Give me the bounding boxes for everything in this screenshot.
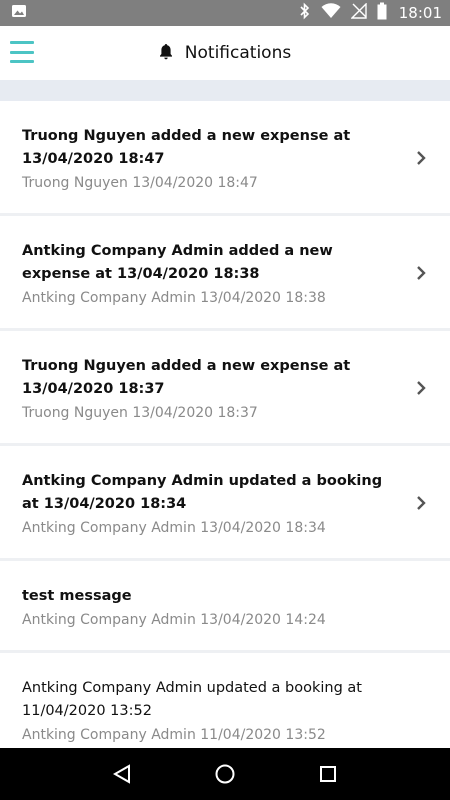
notification-title: Antking Company Admin added a new expens… [22,243,333,282]
back-button[interactable] [107,759,137,789]
app-bar: Notifications [0,26,450,80]
chevron-right-icon [414,495,428,510]
chevron-right-icon [414,150,428,165]
notification-meta: Truong Nguyen 13/04/2020 18:37 [22,405,258,421]
hamburger-icon-line [10,60,34,63]
notification-item[interactable]: Antking Company Admin updated a booking … [0,653,450,748]
notification-item[interactable]: Antking Company Admin updated a booking … [0,446,450,561]
notification-list[interactable]: Truong Nguyen added a new expense at 13/… [0,101,450,748]
chevron-right-icon [414,265,428,280]
battery-icon [377,2,387,24]
home-circle-icon [215,764,235,784]
no-signal-icon [350,2,367,23]
notification-meta: Antking Company Admin 11/04/2020 13:52 [22,727,326,743]
bell-icon [159,43,173,64]
status-time: 18:01 [398,4,442,22]
system-nav-bar [0,748,450,800]
notification-meta: Antking Company Admin 13/04/2020 18:38 [22,290,326,306]
notification-meta: Antking Company Admin 13/04/2020 18:34 [22,520,326,536]
notification-item[interactable]: test message Antking Company Admin 13/04… [0,561,450,653]
header-divider-band [0,80,450,101]
wifi-icon [321,3,341,23]
hamburger-icon-line [10,50,34,54]
notification-item[interactable]: Truong Nguyen added a new expense at 13/… [0,331,450,446]
home-button[interactable] [210,759,240,789]
recents-button[interactable] [313,759,343,789]
notification-item[interactable]: Antking Company Admin added a new expens… [0,216,450,331]
notification-title: Antking Company Admin updated a booking … [22,473,383,512]
notification-title: test message [22,588,132,604]
recents-square-icon [320,766,337,782]
page-title-group: Notifications [159,43,291,64]
notification-title: Antking Company Admin updated a booking … [22,680,362,719]
bluetooth-icon [299,2,311,24]
notification-title: Truong Nguyen added a new expense at 13/… [22,358,351,397]
chevron-right-icon [414,380,428,395]
status-bar: 18:01 [0,0,450,26]
menu-button[interactable] [10,40,34,64]
notification-item[interactable]: Truong Nguyen added a new expense at 13/… [0,101,450,216]
notification-meta: Truong Nguyen 13/04/2020 18:47 [22,175,258,191]
page-title: Notifications [184,43,292,63]
image-notification-icon [10,2,28,24]
notification-title: Truong Nguyen added a new expense at 13/… [22,128,351,167]
hamburger-icon-line [10,41,34,44]
back-triangle-icon [112,764,130,784]
notification-meta: Antking Company Admin 13/04/2020 14:24 [22,612,326,628]
